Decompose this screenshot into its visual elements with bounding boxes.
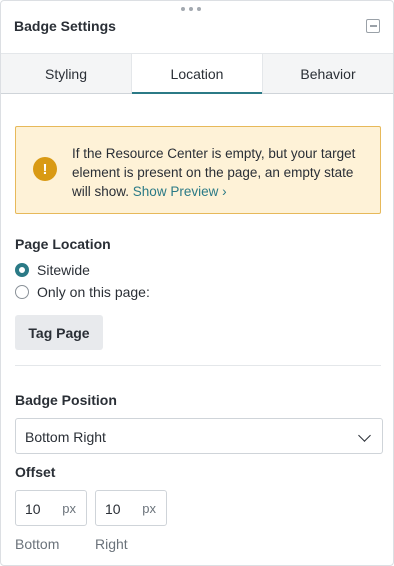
chevron-down-icon bbox=[358, 429, 371, 442]
radio-sitewide-label: Sitewide bbox=[37, 262, 90, 278]
tag-page-button[interactable]: Tag Page bbox=[15, 315, 103, 350]
radio-only-this-page[interactable]: Only on this page: bbox=[15, 284, 150, 300]
tab-styling[interactable]: Styling bbox=[1, 54, 132, 93]
collapse-icon[interactable] bbox=[366, 19, 380, 33]
radio-sitewide[interactable]: Sitewide bbox=[15, 262, 90, 278]
offset-right-unit: px bbox=[142, 501, 156, 516]
offset-right-caption: Right bbox=[95, 536, 128, 552]
panel-title: Badge Settings bbox=[14, 18, 116, 34]
show-preview-link[interactable]: Show Preview › bbox=[133, 184, 227, 199]
badge-settings-panel: Badge Settings Styling Location Behavior… bbox=[0, 0, 394, 566]
page-location-label: Page Location bbox=[15, 236, 111, 252]
badge-position-label: Badge Position bbox=[15, 392, 117, 408]
offset-right-input[interactable]: 10 px bbox=[95, 490, 167, 526]
settings-tabs: Styling Location Behavior bbox=[1, 54, 393, 94]
offset-bottom-value[interactable]: 10 bbox=[25, 501, 41, 517]
badge-position-select[interactable]: Bottom Right bbox=[15, 418, 383, 454]
warning-icon: ! bbox=[33, 157, 57, 181]
radio-unchecked-icon[interactable] bbox=[15, 285, 29, 299]
empty-state-alert: ! If the Resource Center is empty, but y… bbox=[15, 126, 381, 214]
badge-position-value: Bottom Right bbox=[25, 429, 106, 445]
offset-bottom-input[interactable]: 10 px bbox=[15, 490, 87, 526]
offset-label: Offset bbox=[15, 464, 56, 480]
offset-right-value[interactable]: 10 bbox=[105, 501, 121, 517]
section-divider bbox=[15, 365, 381, 366]
radio-only-this-page-label: Only on this page: bbox=[37, 284, 150, 300]
offset-bottom-caption: Bottom bbox=[15, 536, 60, 552]
alert-message: If the Resource Center is empty, but you… bbox=[72, 144, 372, 201]
drag-handle-icon[interactable] bbox=[181, 5, 201, 13]
tab-behavior[interactable]: Behavior bbox=[263, 54, 393, 93]
tab-location[interactable]: Location bbox=[132, 54, 263, 94]
radio-checked-icon[interactable] bbox=[15, 263, 29, 277]
offset-bottom-unit: px bbox=[62, 501, 76, 516]
